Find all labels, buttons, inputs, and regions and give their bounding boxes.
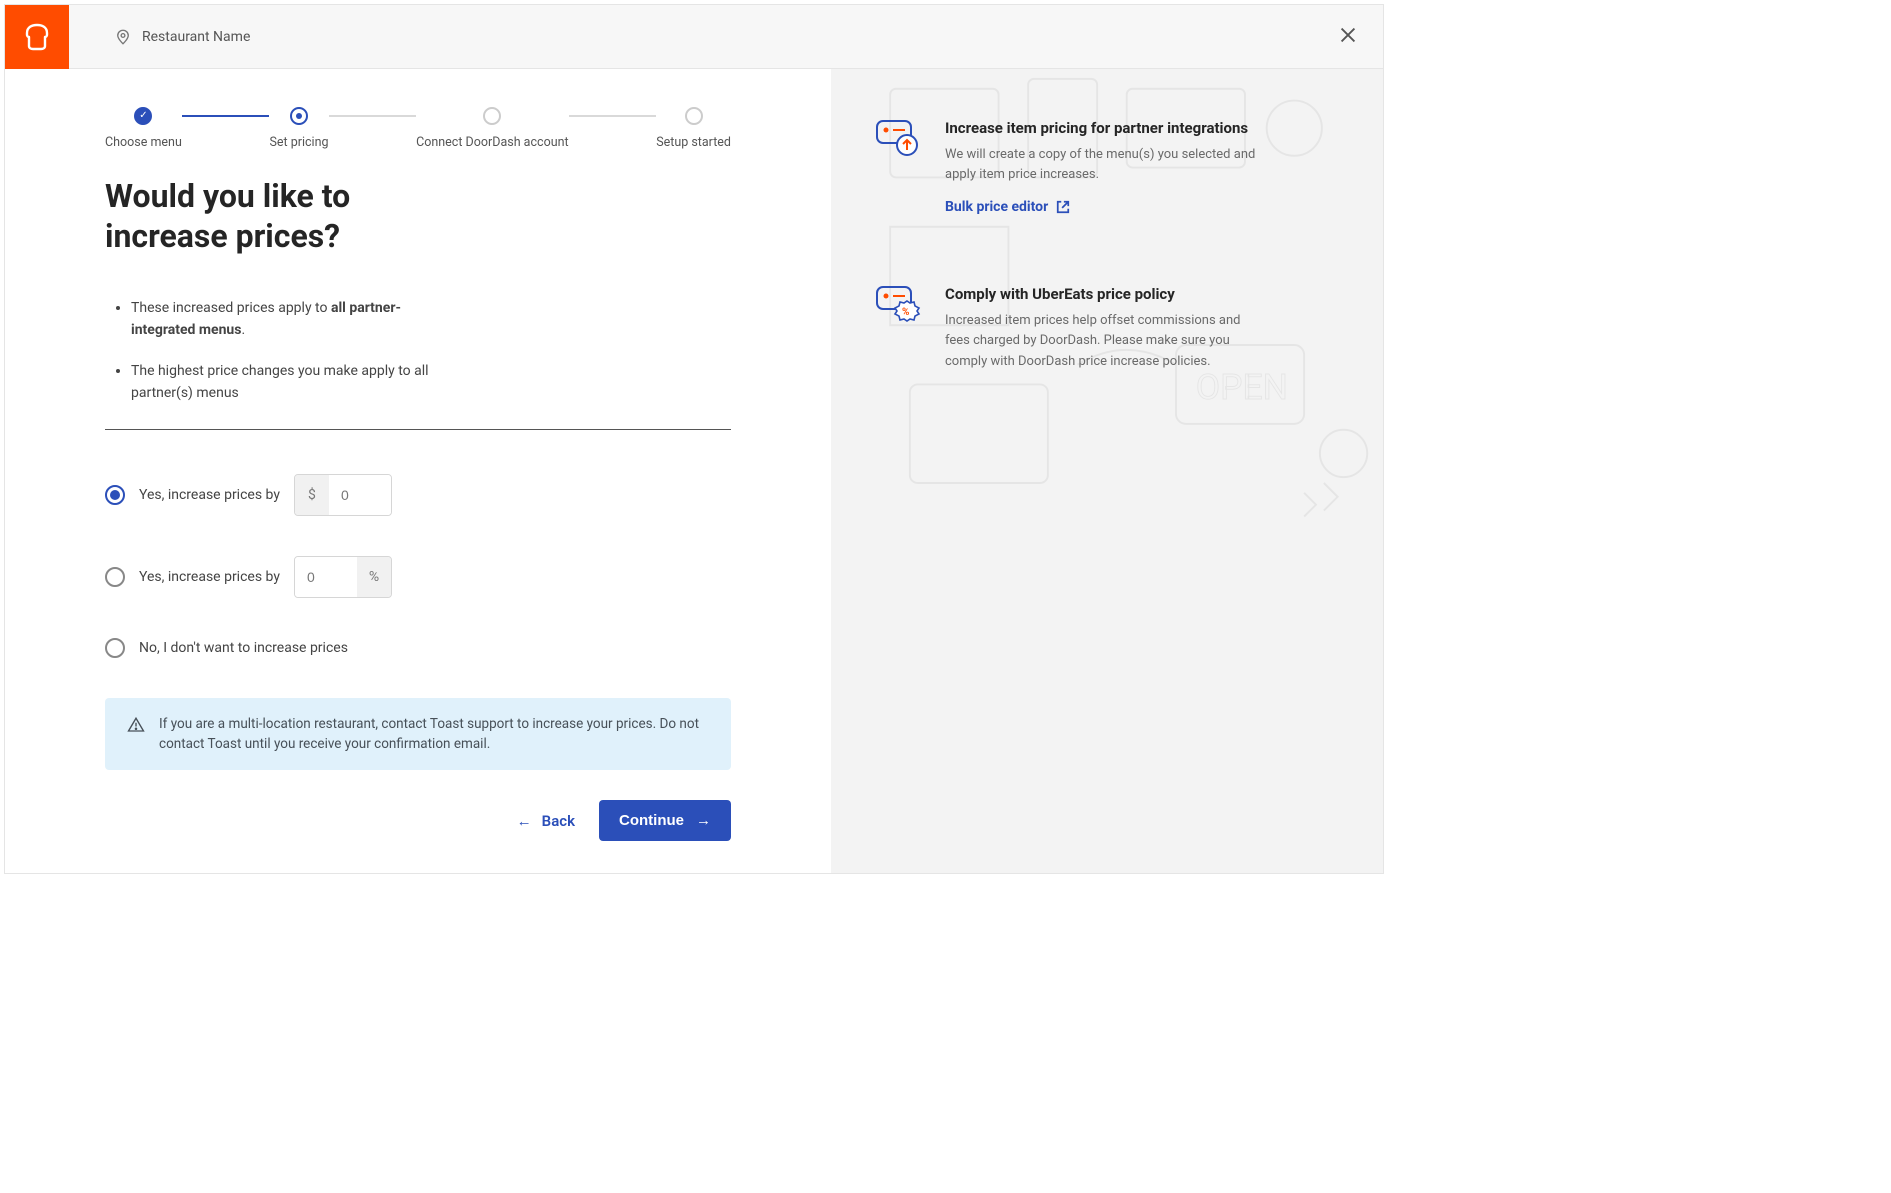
option-no-increase[interactable]: No, I don't want to increase prices [105, 638, 731, 658]
sidebar-card-title: Comply with UberEats price policy [945, 285, 1265, 303]
radio-input[interactable] [105, 567, 125, 587]
divider [105, 429, 731, 430]
policy-tag-icon: % [875, 285, 923, 325]
sidebar-card-policy: % Comply with UberEats price policy Incr… [875, 285, 1339, 371]
close-button[interactable] [1337, 24, 1359, 50]
step-connect-doordash[interactable]: Connect DoorDash account [416, 107, 568, 150]
radio-input[interactable] [105, 485, 125, 505]
sidebar-card-title: Increase item pricing for partner integr… [945, 119, 1265, 137]
percent-symbol: % [357, 557, 391, 597]
dollar-amount-input[interactable] [329, 475, 391, 515]
info-list: These increased prices apply to all part… [105, 298, 445, 405]
step-line [182, 115, 270, 117]
link-label: Bulk price editor [945, 199, 1048, 215]
step-node [685, 107, 703, 125]
percent-input-group: % [294, 556, 392, 598]
sidebar-card-text: We will create a copy of the menu(s) you… [945, 145, 1265, 185]
step-choose-menu[interactable]: Choose menu [105, 107, 182, 150]
step-label: Choose menu [105, 135, 182, 150]
location-selector[interactable]: Restaurant Name [114, 28, 250, 46]
sidebar-card-text: Increased item prices help offset commis… [945, 311, 1265, 371]
close-icon [1337, 24, 1359, 46]
external-link-icon [1056, 200, 1070, 214]
topbar: Restaurant Name [5, 5, 1383, 69]
dollar-input-group: $ [294, 474, 392, 516]
back-button[interactable]: ← Back [517, 812, 575, 830]
footer-actions: ← Back Continue → [105, 800, 731, 841]
bulk-price-editor-link[interactable]: Bulk price editor [945, 199, 1070, 215]
body: Choose menu Set pricing Connect DoorDash… [5, 69, 1383, 873]
step-label: Set pricing [269, 135, 328, 150]
continue-label: Continue [619, 812, 684, 829]
location-pin-icon [114, 28, 132, 46]
price-tag-icon [875, 119, 923, 159]
arrow-left-icon: ← [517, 812, 532, 830]
currency-symbol: $ [295, 475, 329, 515]
continue-button[interactable]: Continue → [599, 800, 731, 841]
warning-icon [127, 716, 145, 734]
back-label: Back [542, 812, 575, 830]
sidebar-card-pricing: Increase item pricing for partner integr… [875, 119, 1339, 215]
arrow-right-icon: → [696, 812, 711, 829]
restaurant-name: Restaurant Name [142, 29, 250, 45]
svg-text:%: % [902, 307, 909, 318]
step-label: Connect DoorDash account [416, 135, 568, 150]
radio-input[interactable] [105, 638, 125, 658]
option-increase-dollar[interactable]: Yes, increase prices by $ [105, 474, 731, 516]
option-label: Yes, increase prices by [139, 569, 280, 585]
step-line [329, 115, 417, 117]
notice-text: If you are a multi-location restaurant, … [159, 714, 709, 755]
toast-icon [21, 21, 53, 53]
info-bullet: The highest price changes you make apply… [131, 361, 445, 404]
main-panel: Choose menu Set pricing Connect DoorDash… [5, 69, 831, 873]
text: . [241, 322, 245, 338]
step-node [290, 107, 308, 125]
step-node [134, 107, 152, 125]
brand-logo [5, 5, 69, 69]
multi-location-notice: If you are a multi-location restaurant, … [105, 698, 731, 771]
step-label: Setup started [656, 135, 731, 150]
page-title: Would you like to increase prices? [105, 176, 465, 256]
option-label: No, I don't want to increase prices [139, 640, 348, 656]
step-setup-started[interactable]: Setup started [656, 107, 731, 150]
text: These increased prices apply to [131, 300, 331, 316]
percent-amount-input[interactable] [295, 557, 357, 597]
sidebar-card-body: Comply with UberEats price policy Increa… [945, 285, 1265, 371]
option-increase-percent[interactable]: Yes, increase prices by % [105, 556, 731, 598]
sidebar-card-body: Increase item pricing for partner integr… [945, 119, 1265, 215]
svg-text:OPEN: OPEN [1196, 366, 1288, 408]
option-label: Yes, increase prices by [139, 487, 280, 503]
step-node [483, 107, 501, 125]
stepper: Choose menu Set pricing Connect DoorDash… [105, 107, 731, 150]
info-bullet: These increased prices apply to all part… [131, 298, 445, 341]
sidebar-panel: OPEN Inc [831, 69, 1383, 873]
step-set-pricing[interactable]: Set pricing [269, 107, 328, 150]
step-line [569, 115, 657, 117]
app-frame: Restaurant Name Choose menu Set pricing [4, 4, 1384, 874]
